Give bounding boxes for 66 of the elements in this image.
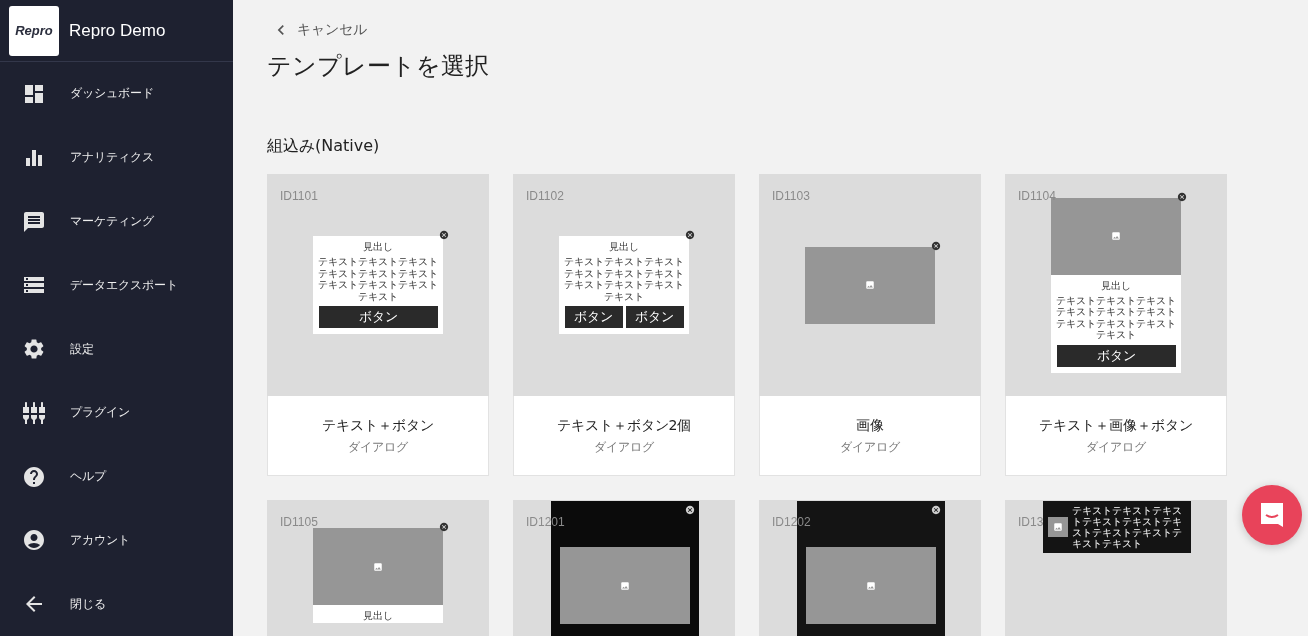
sidebar-item[interactable]: ダッシュボード: [0, 62, 233, 126]
close-icon: [1177, 191, 1187, 202]
sidebar-icon: [22, 209, 46, 234]
template-id: ID1101: [280, 189, 318, 203]
close-icon: [685, 230, 695, 240]
template-name: テキスト＋ボタン: [322, 416, 434, 435]
template-id: ID13: [1018, 515, 1044, 529]
sidebar-item[interactable]: マーケティング: [0, 189, 233, 254]
chat-button[interactable]: [1242, 485, 1302, 545]
preview-heading: 見出し: [363, 609, 393, 623]
preview-body-text: テキストテキストテキストテキストテキストテキストテキストテキストテキストテキスト: [564, 256, 684, 302]
template-card[interactable]: ID1101 見出し テキストテキストテキストテキストテキストテキストテキストテキストテキストテキスト ボタン テキスト＋ボタン ダイアログ: [267, 174, 489, 476]
template-card[interactable]: ID1104 見出し テキストテキストテキストテキストテキストテキストテキストテキストテキストテキスト ボタン テキスト＋画像＋ボタン ダイアログ: [1005, 174, 1227, 476]
template-id: ID1105: [280, 515, 318, 529]
preview-button: ボタン: [1056, 344, 1176, 367]
template-id: ID1103: [772, 189, 810, 203]
image-icon: [866, 580, 876, 591]
sidebar-item[interactable]: ヘルプ: [0, 444, 233, 509]
logo: Repro: [9, 5, 59, 56]
template-card[interactable]: ID1103 画像 ダイアログ: [759, 174, 981, 476]
template-card[interactable]: ID1105 見出し: [267, 500, 489, 636]
sidebar-item[interactable]: アカウント: [0, 508, 233, 573]
preview-body-text: テキストテキストテキストテキストテキストテキストテキストテキストテキストテキスト: [1072, 505, 1183, 549]
sidebar-item[interactable]: 設定: [0, 317, 233, 381]
close-icon: [931, 505, 941, 515]
sidebar-icon: [22, 337, 46, 362]
template-name: 画像: [856, 416, 884, 435]
close-icon: [439, 522, 449, 532]
image-icon: [373, 561, 383, 572]
template-type: ダイアログ: [1086, 439, 1146, 455]
sidebar-item[interactable]: アナリティクス: [0, 125, 233, 190]
preview-body-text: テキストテキストテキストテキストテキストテキストテキストテキストテキストテキスト: [1056, 294, 1176, 341]
preview-heading: 見出し: [1101, 278, 1131, 293]
image-icon: [1053, 522, 1063, 532]
template-id: ID1102: [526, 189, 564, 203]
sidebar-item[interactable]: データエクスポート: [0, 253, 233, 318]
close-icon: [439, 230, 449, 240]
preview-body-text: テキストテキストテキストテキストテキストテキストテキストテキストテキストテキスト: [318, 256, 438, 302]
preview-heading: 見出し: [609, 240, 639, 254]
image-icon: [1111, 231, 1121, 241]
sidebar-icon: [22, 82, 46, 106]
template-type: ダイアログ: [840, 439, 900, 455]
image-icon: [620, 580, 630, 591]
sidebar-icon: [22, 528, 46, 553]
template-id: ID1104: [1018, 189, 1056, 203]
preview-button: ボタン: [625, 306, 684, 328]
section-heading: 組込み(Native): [267, 136, 381, 157]
sidebar-icon: [22, 400, 46, 425]
template-card[interactable]: ID13 テキストテキストテキストテキストテキストテキストテキストテキストテキストテキスト: [1005, 500, 1227, 636]
preview-button: ボタン: [564, 306, 623, 328]
page-title: テンプレートを選択: [267, 51, 490, 82]
app-name: Repro Demo: [69, 20, 166, 41]
sidebar-item[interactable]: 閉じる: [0, 572, 233, 636]
sidebar-icon: [22, 464, 46, 489]
close-icon: [931, 240, 941, 251]
image-icon: [865, 280, 875, 290]
preview-heading: 見出し: [363, 240, 393, 254]
template-card[interactable]: ID1102 見出し テキストテキストテキストテキストテキストテキストテキストテキストテキストテキスト ボタン ボタン テキスト＋ボタン2個 ダイアログ: [513, 174, 735, 476]
preview-button: ボタン: [318, 306, 438, 328]
template-name: テキスト＋ボタン2個: [556, 416, 692, 435]
sidebar-item[interactable]: プラグイン: [0, 380, 233, 445]
back-link[interactable]: キャンセル: [271, 20, 1308, 40]
template-type: ダイアログ: [594, 439, 654, 455]
template-type: ダイアログ: [348, 439, 408, 455]
template-name: テキスト＋画像＋ボタン: [1039, 416, 1193, 435]
close-icon: [685, 505, 695, 515]
